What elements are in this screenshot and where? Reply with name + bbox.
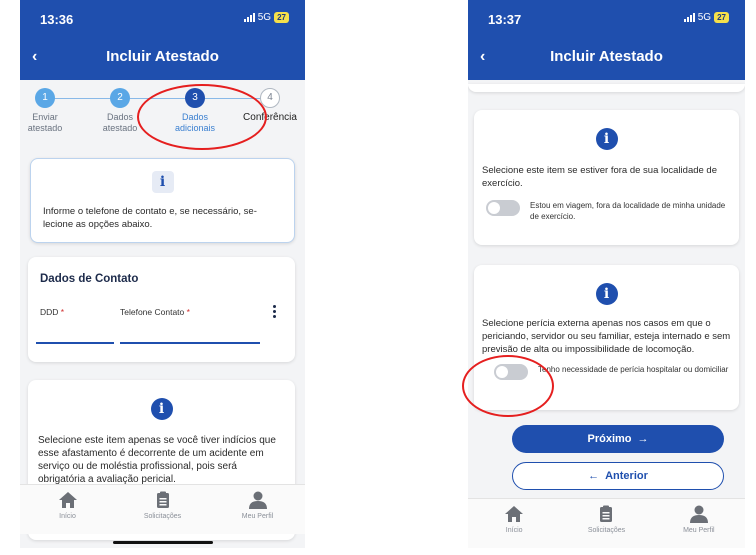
travel-toggle-row: Estou em viagem, fora da localidade de m…	[474, 190, 739, 222]
step-number: 1	[35, 88, 55, 108]
contact-card-title: Dados de Contato	[40, 273, 139, 285]
network-type: 5G	[257, 12, 272, 23]
user-icon	[210, 491, 305, 509]
arrow-left-icon: ←	[588, 470, 600, 482]
step-label: Enviar atestado	[27, 112, 63, 133]
next-button-label: Próximo	[587, 433, 632, 445]
status-bar: 13:37 5G 27	[468, 0, 745, 36]
previous-card-bottom	[468, 84, 745, 92]
tab-bar: Início Solicitações Meu Perfil	[468, 498, 745, 548]
phone-screen-right: 13:37 5G 27 ‹ Incluir Atestado i Selecio…	[468, 0, 745, 548]
user-icon	[653, 505, 745, 523]
home-icon	[468, 505, 560, 523]
app-header: ‹ Incluir Atestado	[20, 36, 305, 80]
status-time: 13:37	[488, 12, 522, 27]
step-number: 2	[110, 88, 130, 108]
tab-label: Solicitações	[143, 513, 182, 520]
tab-profile[interactable]: Meu Perfil	[653, 499, 745, 548]
app-header: ‹ Incluir Atestado	[468, 36, 745, 80]
ddd-label: DDD *	[40, 307, 64, 317]
step-1[interactable]: 1 Enviar atestado	[20, 88, 75, 134]
phone-label: Telefone Contato *	[120, 307, 190, 317]
previous-button[interactable]: ← Anterior	[512, 462, 724, 490]
network-status: 5G 27	[683, 12, 729, 23]
tab-label: Início	[505, 527, 523, 534]
next-button[interactable]: Próximo →	[512, 425, 724, 453]
arrow-right-icon: →	[637, 433, 649, 445]
phone-screen-left: 13:36 5G 27 ‹ Incluir Atestado 1 Enviar …	[20, 0, 305, 548]
tab-label: Meu Perfil	[241, 513, 274, 520]
contact-card: Dados de Contato DDD * Telefone Contato …	[28, 257, 295, 362]
tab-label: Início	[59, 513, 76, 520]
info-card-text: Informe o telefone de contato e, se nece…	[43, 206, 257, 230]
info-icon: i	[595, 128, 618, 150]
ddd-input[interactable]	[36, 342, 114, 344]
travel-toggle-label: Estou em viagem, fora da localidade de m…	[530, 201, 726, 221]
status-bar: 13:36 5G 27	[20, 0, 305, 36]
page-title: Incluir Atestado	[106, 48, 219, 65]
hospital-toggle-label: Tenho necessidade de perícia hospitalar …	[538, 365, 729, 374]
travel-card-text: Selecione este item se estiver fora de s…	[482, 165, 717, 189]
more-vertical-icon[interactable]	[273, 305, 277, 318]
tab-requests[interactable]: Solicitações	[115, 485, 210, 534]
tab-bar: Início Solicitações Meu Perfil	[20, 484, 305, 534]
required-mark: *	[186, 307, 190, 317]
battery-icon: 27	[274, 12, 289, 23]
info-icon: i	[150, 398, 173, 420]
hospital-card-text: Selecione perícia externa apenas nos cas…	[482, 318, 731, 355]
clipboard-icon	[115, 491, 210, 509]
info-card: i Informe o telefone de contato e, se ne…	[30, 158, 295, 243]
tab-label: Solicitações	[587, 527, 626, 534]
page-title: Incluir Atestado	[550, 48, 663, 65]
tab-label: Meu Perfil	[683, 527, 715, 534]
battery-icon: 27	[714, 12, 729, 23]
network-type: 5G	[697, 12, 712, 23]
clipboard-icon	[560, 505, 652, 523]
tab-requests[interactable]: Solicitações	[560, 499, 652, 548]
network-status: 5G 27	[243, 12, 289, 23]
ddd-label-text: DDD	[40, 307, 59, 317]
travel-card: i Selecione este item se estiver fora de…	[474, 110, 739, 245]
travel-toggle[interactable]	[486, 200, 520, 216]
highlight-circle-toggle	[462, 355, 554, 417]
home-icon	[20, 491, 115, 509]
phone-label-text: Telefone Contato	[120, 307, 185, 317]
home-indicator	[113, 541, 213, 544]
tab-home[interactable]: Início	[468, 499, 560, 548]
previous-button-label: Anterior	[605, 470, 648, 482]
required-mark: *	[60, 307, 65, 317]
tab-profile[interactable]: Meu Perfil	[210, 485, 305, 534]
accident-card-text: Selecione este item apenas se você tiver…	[38, 435, 276, 485]
signal-icon	[683, 13, 695, 22]
info-icon: i	[151, 171, 174, 193]
signal-icon	[243, 13, 255, 22]
tab-home[interactable]: Início	[20, 485, 115, 534]
info-icon: i	[595, 283, 618, 305]
status-time: 13:36	[40, 12, 74, 27]
phone-input[interactable]	[120, 342, 260, 344]
highlight-circle-step	[137, 84, 267, 150]
